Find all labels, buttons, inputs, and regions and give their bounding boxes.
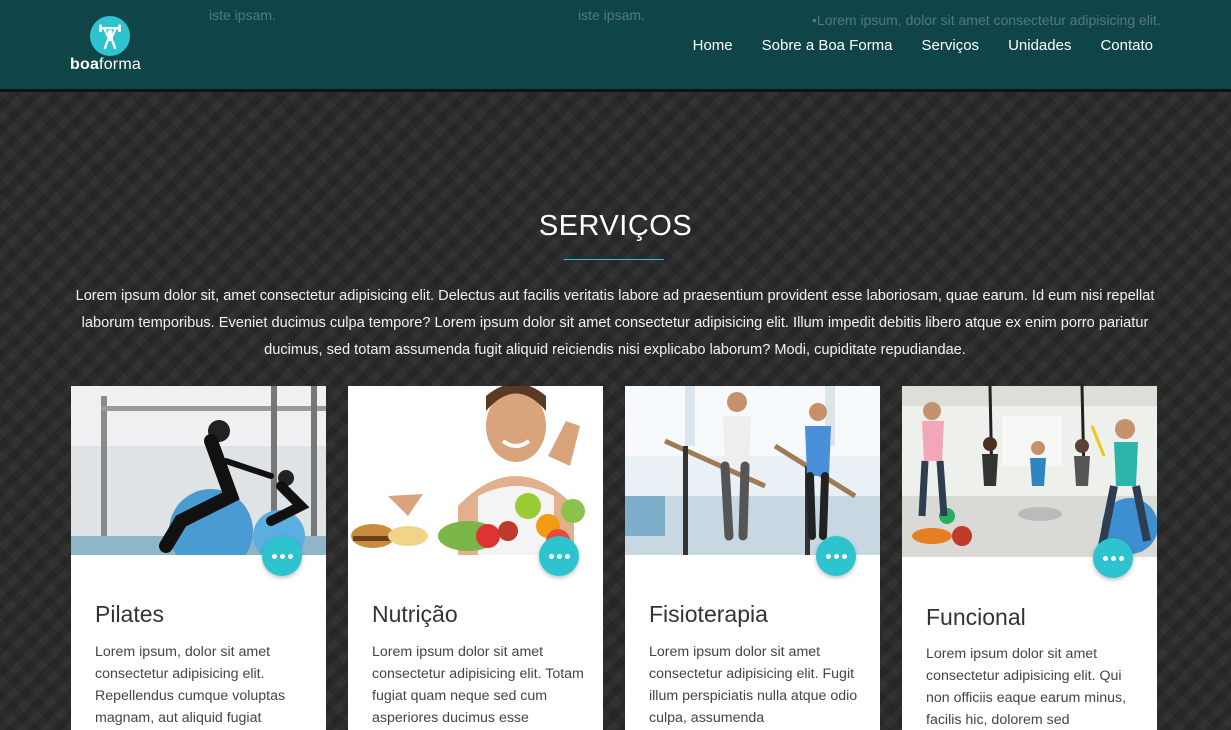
card-title: Pilates	[95, 601, 165, 627]
card-title: Nutrição	[372, 601, 458, 627]
card-description: Lorem ipsum dolor sit amet consectetur a…	[372, 644, 584, 726]
service-card-pilates[interactable]: Pilates Lorem ipsum, dolor sit amet cons…	[71, 386, 326, 730]
more-options-button[interactable]	[539, 536, 579, 576]
more-options-button[interactable]	[1093, 538, 1133, 578]
overlapping-ghost-text: iste ipsam.	[209, 7, 276, 23]
site-logo[interactable]: boaforma	[68, 16, 158, 76]
overlapping-ghost-text: iste ipsam.	[578, 7, 645, 23]
nav-link-sobre[interactable]: Sobre a Boa Forma	[762, 37, 893, 54]
main-nav: Home Sobre a Boa Forma Serviços Unidades…	[693, 37, 1153, 54]
title-underline	[564, 259, 664, 260]
card-description: Lorem ipsum, dolor sit amet consectetur …	[95, 644, 286, 726]
section-intro: Lorem ipsum dolor sit, amet consectetur …	[75, 288, 1155, 358]
card-description: Lorem ipsum dolor sit amet consectetur a…	[926, 646, 1127, 728]
nav-link-unidades[interactable]: Unidades	[1008, 37, 1071, 54]
pilates-photo	[71, 386, 326, 555]
service-card-fisioterapia[interactable]: Fisioterapia Lorem ipsum dolor sit amet …	[625, 386, 880, 730]
nav-link-servicos[interactable]: Serviços	[922, 37, 980, 54]
logo-wordmark: boaforma	[70, 56, 141, 73]
physiotherapy-photo	[625, 386, 880, 555]
weightlifter-icon	[90, 16, 130, 56]
card-title: Funcional	[926, 604, 1026, 630]
functional-training-photo	[902, 386, 1157, 557]
card-description: Lorem ipsum dolor sit amet consectetur a…	[649, 644, 858, 726]
section-title: SERVIÇOS	[538, 210, 693, 242]
service-card-funcional[interactable]: Funcional Lorem ipsum dolor sit amet con…	[902, 386, 1157, 730]
nav-link-home[interactable]: Home	[693, 37, 733, 54]
nav-link-contato[interactable]: Contato	[1100, 37, 1153, 54]
nutrition-photo	[348, 386, 603, 555]
site-header: iste ipsam. iste ipsam. •Lorem ipsum, do…	[0, 0, 1231, 92]
more-options-button[interactable]	[262, 536, 302, 576]
overlapping-ghost-text: •Lorem ipsum, dolor sit amet consectetur…	[812, 12, 1161, 28]
more-options-button[interactable]	[816, 536, 856, 576]
card-title: Fisioterapia	[649, 601, 768, 627]
service-card-nutricao[interactable]: Nutrição Lorem ipsum dolor sit amet cons…	[348, 386, 603, 730]
